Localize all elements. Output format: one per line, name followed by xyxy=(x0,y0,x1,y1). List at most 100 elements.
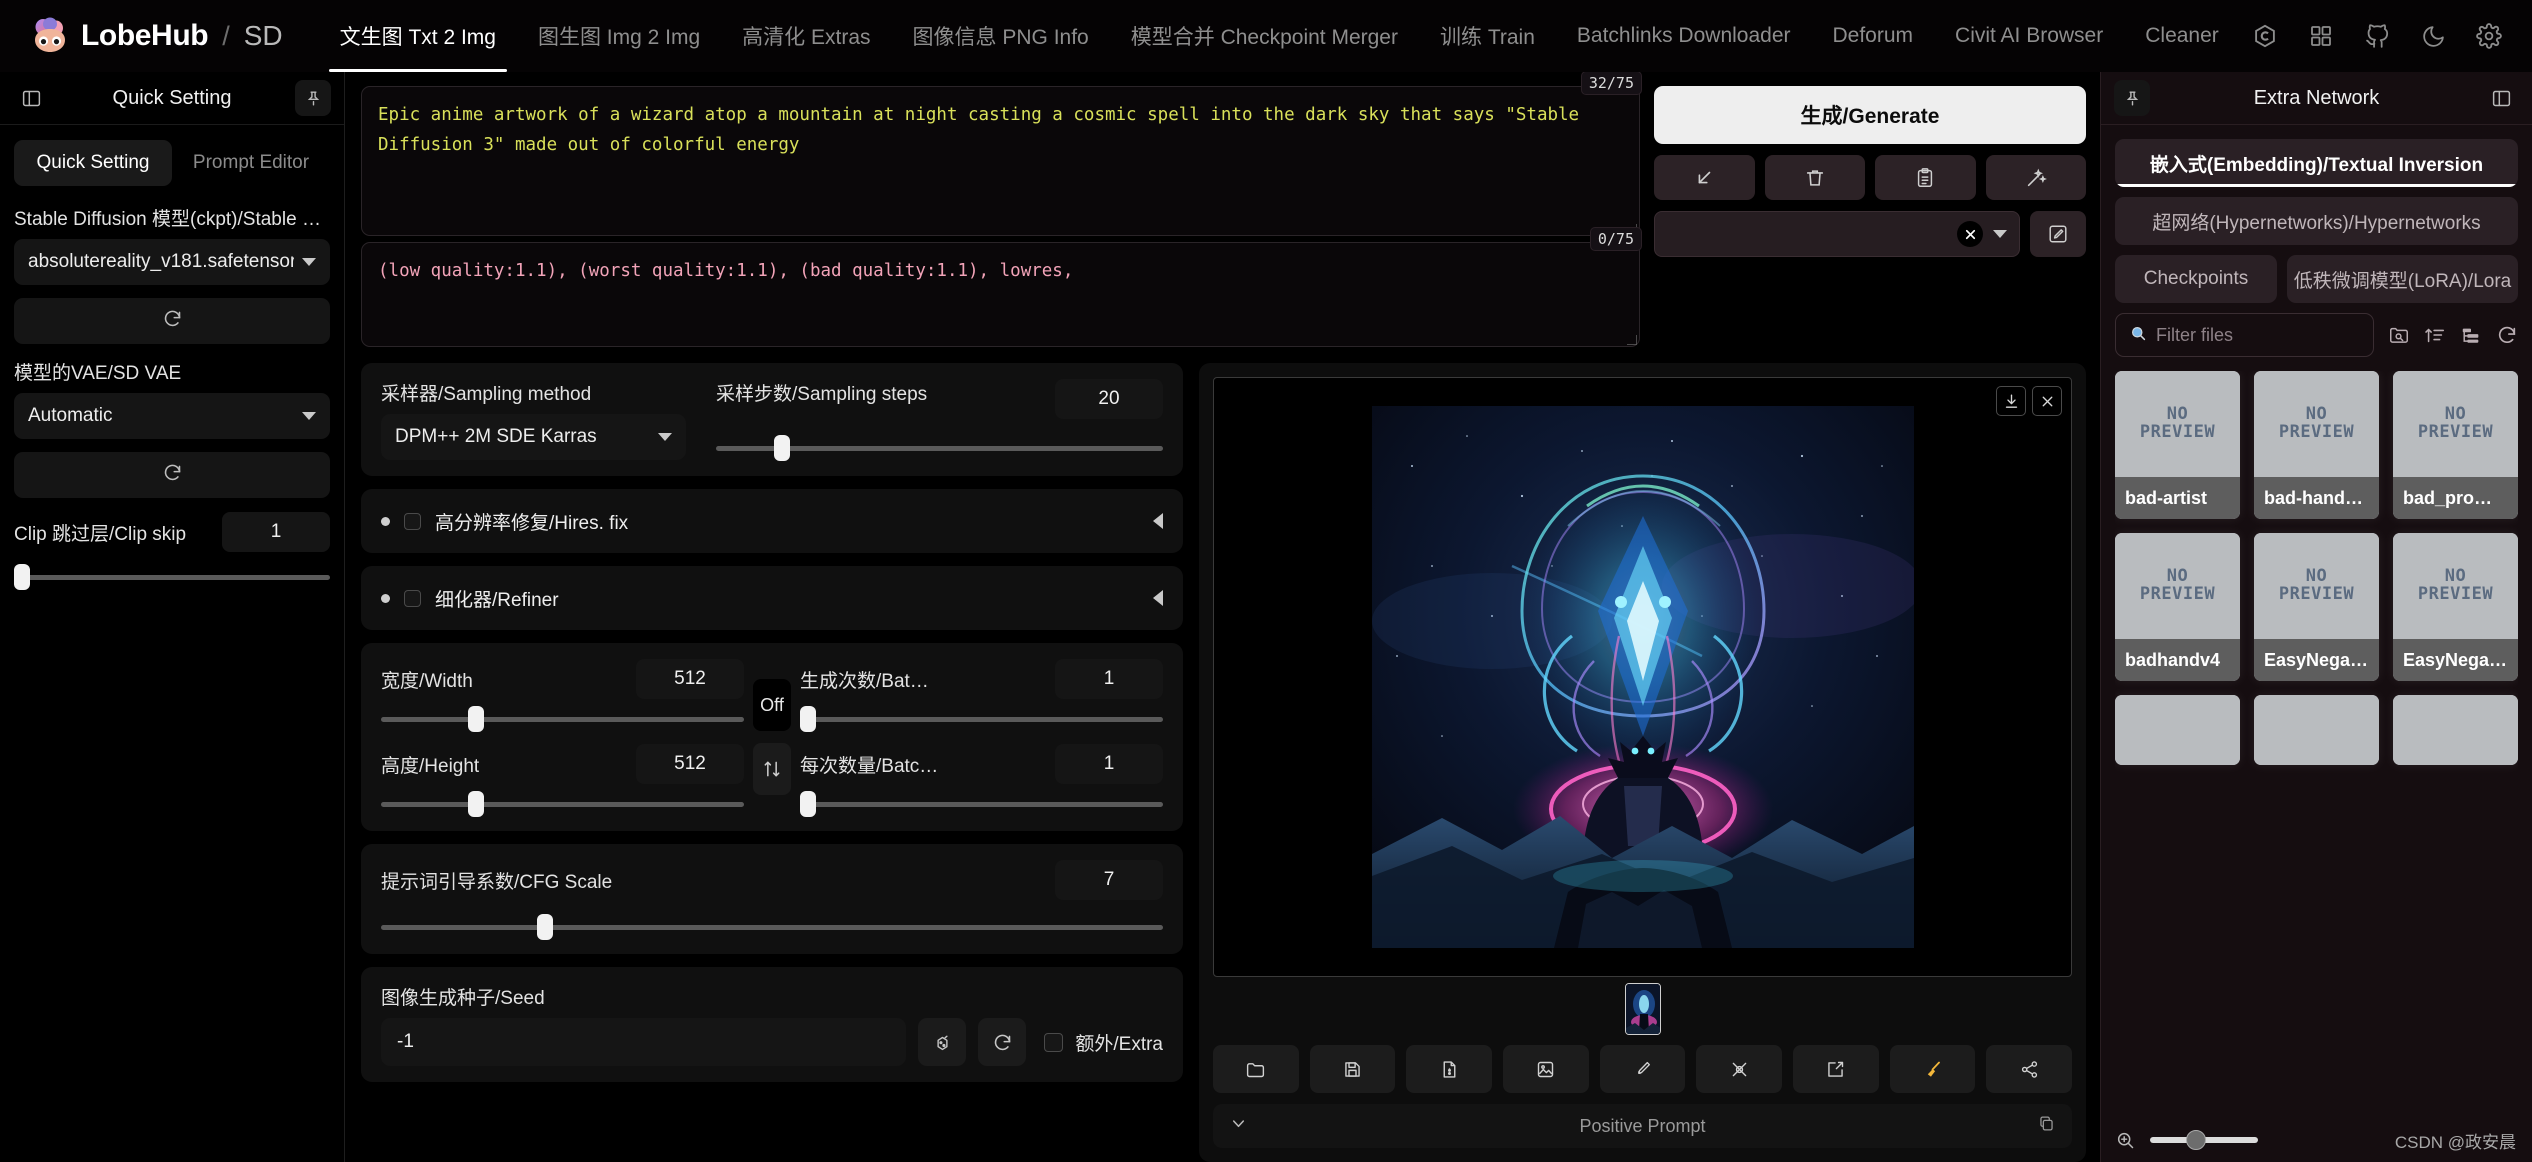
positive-prompt-input[interactable]: Epic anime artwork of a wizard atop a mo… xyxy=(361,86,1640,236)
clip-skip-value[interactable]: 1 xyxy=(222,512,330,552)
close-circle-icon[interactable] xyxy=(1957,221,1983,247)
xn-card[interactable]: NO PREVIEW bad_pro… xyxy=(2393,371,2518,519)
nav-tab-img2img[interactable]: 图生图 Img 2 Img xyxy=(517,0,721,72)
negative-prompt-input[interactable]: (low quality:1.1), (worst quality:1.1), … xyxy=(361,242,1640,347)
folder-search-icon[interactable] xyxy=(2388,324,2410,346)
close-icon[interactable] xyxy=(2032,386,2062,416)
nav-tab-extras[interactable]: 高清化 Extras xyxy=(721,0,891,72)
hires-fix-accordion[interactable]: 高分辨率修复/Hires. fix xyxy=(361,489,1183,553)
cfg-scale-value[interactable]: 7 xyxy=(1055,860,1163,900)
slider-knob[interactable] xyxy=(800,791,816,817)
refresh-icon[interactable] xyxy=(2496,324,2518,346)
nav-tab-civitai-browser[interactable]: Civit AI Browser xyxy=(1934,0,2124,72)
chevron-left-icon[interactable] xyxy=(1153,513,1163,529)
sampling-steps-slider[interactable] xyxy=(716,435,1163,461)
filter-files-input[interactable]: Filter files xyxy=(2115,313,2374,357)
resize-grip-icon[interactable] xyxy=(1627,335,1636,344)
xn-tab-hypernetworks[interactable]: 超网络(Hypernetworks)/Hypernetworks xyxy=(2115,197,2518,245)
sampling-steps-value[interactable]: 20 xyxy=(1055,379,1163,419)
swap-vertical-icon[interactable] xyxy=(753,743,791,795)
dice-icon[interactable] xyxy=(918,1018,967,1066)
vae-refresh-button[interactable] xyxy=(14,452,330,498)
edit-square-icon[interactable] xyxy=(2030,211,2086,257)
slider-knob[interactable] xyxy=(774,435,791,461)
pin-icon[interactable] xyxy=(295,80,331,116)
arrow-down-left-icon[interactable] xyxy=(1654,155,1755,200)
xn-card[interactable]: NO PREVIEW EasyNega… xyxy=(2254,533,2379,681)
nav-tab-train[interactable]: 训练 Train xyxy=(1419,0,1556,72)
thumbnail-item[interactable] xyxy=(1624,983,1661,1036)
xn-tab-lora[interactable]: 低秩微调模型(LoRA)/Lora xyxy=(2287,255,2518,303)
xn-card[interactable]: NO PREVIEW badhandv4 xyxy=(2115,533,2240,681)
gear-icon[interactable] xyxy=(2472,19,2506,53)
panel-collapse-icon[interactable] xyxy=(2483,80,2519,116)
extras-icon[interactable] xyxy=(1696,1045,1783,1094)
slider-knob[interactable] xyxy=(800,706,816,732)
copy-icon[interactable] xyxy=(2037,1114,2056,1138)
slider-knob[interactable] xyxy=(468,706,485,732)
civitai-icon[interactable] xyxy=(2248,19,2282,53)
paintbrush-icon[interactable] xyxy=(1599,1045,1686,1094)
share-icon[interactable] xyxy=(1986,1045,2073,1094)
nav-tab-checkpoint-merger[interactable]: 模型合并 Checkpoint Merger xyxy=(1110,0,1419,72)
save-log-icon[interactable] xyxy=(1406,1045,1493,1094)
refiner-accordion[interactable]: 细化器/Refiner xyxy=(361,566,1183,630)
checkpoint-refresh-button[interactable] xyxy=(14,298,330,344)
slider-knob[interactable] xyxy=(468,791,485,817)
nav-tab-batchlinks-downloader[interactable]: Batchlinks Downloader xyxy=(1556,0,1812,72)
zoom-slider[interactable] xyxy=(2150,1130,2258,1150)
panel-collapse-icon[interactable] xyxy=(13,80,49,116)
download-icon[interactable] xyxy=(1996,386,2026,416)
tab-quick-setting[interactable]: Quick Setting xyxy=(14,140,172,186)
height-value[interactable]: 512 xyxy=(636,744,744,784)
clipboard-icon[interactable] xyxy=(1875,155,1976,200)
cfg-scale-slider[interactable] xyxy=(381,914,1163,940)
chevron-down-icon[interactable] xyxy=(1229,1114,1248,1138)
nav-tab-deforum[interactable]: Deforum xyxy=(1812,0,1935,72)
chevron-left-icon[interactable] xyxy=(1153,590,1163,606)
generate-button[interactable]: 生成/Generate xyxy=(1654,86,2086,144)
brand[interactable]: LobeHub / SD xyxy=(30,16,283,56)
nav-tab-txt2img[interactable]: 文生图 Txt 2 Img xyxy=(319,0,517,72)
xn-card[interactable]: NO PREVIEW bad-artist xyxy=(2115,371,2240,519)
generated-image[interactable] xyxy=(1371,405,1914,948)
nav-tab-png-info[interactable]: 图像信息 PNG Info xyxy=(892,0,1110,72)
save-icon[interactable] xyxy=(1309,1045,1396,1094)
trash-icon[interactable] xyxy=(1764,155,1865,200)
sort-asc-icon[interactable] xyxy=(2424,324,2446,346)
slider-knob[interactable] xyxy=(14,564,30,590)
batch-count-slider[interactable] xyxy=(800,706,1163,732)
sampling-method-select[interactable]: DPM++ 2M SDE Karras xyxy=(381,414,686,460)
moon-icon[interactable] xyxy=(2416,19,2450,53)
slider-knob[interactable] xyxy=(537,914,554,940)
xn-card-partial[interactable] xyxy=(2393,695,2518,765)
hires-fix-checkbox[interactable] xyxy=(404,512,421,530)
zoom-in-icon[interactable] xyxy=(2115,1130,2136,1151)
batch-size-slider[interactable] xyxy=(800,791,1163,817)
batch-size-value[interactable]: 1 xyxy=(1055,744,1163,784)
xn-card-partial[interactable] xyxy=(2254,695,2379,765)
styles-select[interactable] xyxy=(1654,211,2020,257)
width-value[interactable]: 512 xyxy=(636,659,744,699)
checkpoint-select[interactable]: absolutereality_v181.safetensors xyxy=(14,239,330,285)
width-slider[interactable] xyxy=(381,706,744,732)
xn-tab-embedding[interactable]: 嵌入式(Embedding)/Textual Inversion xyxy=(2115,139,2518,187)
grid-apps-icon[interactable] xyxy=(2304,19,2338,53)
batch-count-value[interactable]: 1 xyxy=(1055,659,1163,699)
xn-card-partial[interactable] xyxy=(2115,695,2240,765)
folder-icon[interactable] xyxy=(1213,1045,1299,1094)
xn-card[interactable]: NO PREVIEW bad-hand… xyxy=(2254,371,2379,519)
refiner-checkbox[interactable] xyxy=(404,589,421,607)
clip-skip-slider[interactable] xyxy=(14,564,330,590)
xn-tab-checkpoints[interactable]: Checkpoints xyxy=(2115,255,2277,303)
xn-card[interactable]: NO PREVIEW EasyNega… xyxy=(2393,533,2518,681)
recycle-icon[interactable] xyxy=(978,1018,1027,1066)
image-icon[interactable] xyxy=(1503,1045,1589,1094)
positive-prompt-bar[interactable]: Positive Prompt xyxy=(1213,1104,2072,1149)
nav-tab-cleaner[interactable]: Cleaner xyxy=(2124,0,2230,72)
pin-icon[interactable] xyxy=(2114,80,2150,116)
tab-prompt-editor[interactable]: Prompt Editor xyxy=(172,140,330,186)
slider-knob[interactable] xyxy=(2186,1130,2206,1150)
height-slider[interactable] xyxy=(381,791,744,817)
tree-view-icon[interactable] xyxy=(2460,324,2482,346)
